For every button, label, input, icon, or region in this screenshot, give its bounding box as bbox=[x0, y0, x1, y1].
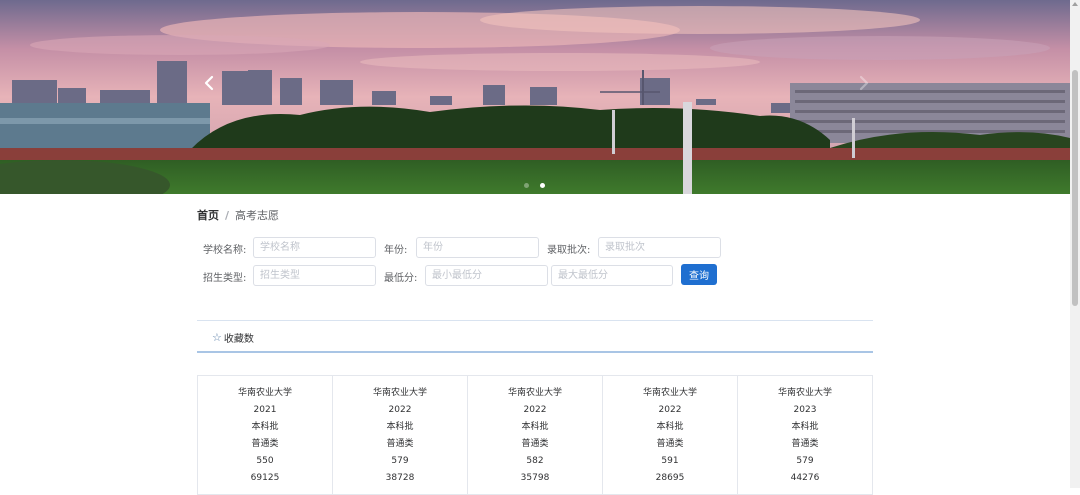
star-outline-icon: ☆ bbox=[212, 331, 222, 344]
carousel-prev-icon[interactable] bbox=[199, 72, 221, 94]
result-card[interactable]: 华南农业大学 2022 本科批普通类 582 35798 bbox=[468, 376, 603, 494]
card-min-score: 582 bbox=[526, 456, 544, 466]
breadcrumb-current: 高考志愿 bbox=[235, 209, 280, 222]
card-min-score: 591 bbox=[661, 456, 679, 466]
result-card[interactable]: 华南农业大学 2022 本科批普通类 579 38728 bbox=[333, 376, 468, 494]
card-min-rank: 38728 bbox=[385, 473, 415, 483]
favorites-sort-button[interactable]: ☆ 收藏数 bbox=[212, 330, 254, 345]
min-score-high-input[interactable] bbox=[551, 265, 673, 286]
card-admission-batch: 本科批 bbox=[386, 422, 414, 432]
result-card[interactable]: 华南农业大学 2021 本科批普通类 550 69125 bbox=[198, 376, 333, 494]
card-min-score: 550 bbox=[256, 456, 274, 466]
batch-label: 录取批次: bbox=[547, 245, 591, 256]
batch-input[interactable] bbox=[598, 237, 721, 258]
card-enroll-type: 普通类 bbox=[791, 439, 819, 449]
scroll-up-icon[interactable] bbox=[1072, 2, 1078, 6]
breadcrumb: 首页 / 高考志愿 bbox=[197, 207, 279, 223]
result-card-grid: 华南农业大学 2021 本科批普通类 550 69125 华南农业大学 2022 本科批普通类… bbox=[197, 375, 873, 495]
card-enroll-type: 普通类 bbox=[251, 439, 279, 449]
min-score-label: 最低分: bbox=[384, 273, 418, 284]
card-school-name: 华南农业大学 bbox=[237, 388, 292, 398]
banner-image bbox=[0, 0, 1070, 194]
breadcrumb-separator: / bbox=[225, 208, 230, 222]
scrollbar-thumb[interactable] bbox=[1072, 70, 1078, 306]
banner-carousel[interactable] bbox=[0, 0, 1070, 194]
card-enroll-type: 普通类 bbox=[521, 439, 549, 449]
school-name-input[interactable] bbox=[253, 237, 376, 258]
card-school-name: 华南农业大学 bbox=[507, 388, 562, 398]
card-year: 2022 bbox=[658, 405, 682, 415]
card-min-rank: 44276 bbox=[790, 473, 820, 483]
min-score-low-input[interactable] bbox=[425, 265, 548, 286]
card-admission-batch: 本科批 bbox=[251, 422, 279, 432]
school-name-label: 学校名称: bbox=[203, 245, 247, 256]
breadcrumb-home-link[interactable]: 首页 bbox=[197, 207, 219, 223]
carousel-indicators bbox=[524, 183, 545, 188]
carousel-dot[interactable] bbox=[524, 183, 529, 188]
card-school-name: 华南农业大学 bbox=[777, 388, 832, 398]
card-admission-batch: 本科批 bbox=[656, 422, 684, 432]
enroll-type-label: 招生类型: bbox=[203, 273, 247, 284]
card-min-rank: 69125 bbox=[250, 473, 280, 483]
query-button[interactable]: 查询 bbox=[681, 264, 717, 285]
enroll-type-input[interactable] bbox=[253, 265, 376, 286]
card-school-name: 华南农业大学 bbox=[372, 388, 427, 398]
card-min-score: 579 bbox=[796, 456, 814, 466]
card-min-score: 579 bbox=[391, 456, 409, 466]
result-card[interactable]: 华南农业大学 2022 本科批普通类 591 28695 bbox=[603, 376, 738, 494]
card-year: 2021 bbox=[253, 405, 277, 415]
carousel-dot-active[interactable] bbox=[540, 183, 545, 188]
card-enroll-type: 普通类 bbox=[386, 439, 414, 449]
card-year: 2023 bbox=[793, 405, 817, 415]
card-admission-batch: 本科批 bbox=[791, 422, 819, 432]
result-card[interactable]: 华南农业大学 2023 本科批普通类 579 44276 bbox=[738, 376, 872, 494]
card-min-rank: 28695 bbox=[655, 473, 685, 483]
card-year: 2022 bbox=[523, 405, 547, 415]
favorites-label: 收藏数 bbox=[223, 334, 254, 345]
card-school-name: 华南农业大学 bbox=[642, 388, 697, 398]
carousel-next-icon[interactable] bbox=[852, 72, 874, 94]
year-input[interactable] bbox=[416, 237, 539, 258]
sort-bar: ☆ 收藏数 bbox=[197, 320, 873, 353]
card-min-rank: 35798 bbox=[520, 473, 550, 483]
card-year: 2022 bbox=[388, 405, 412, 415]
year-label: 年份: bbox=[384, 245, 408, 256]
card-enroll-type: 普通类 bbox=[656, 439, 684, 449]
card-admission-batch: 本科批 bbox=[521, 422, 549, 432]
